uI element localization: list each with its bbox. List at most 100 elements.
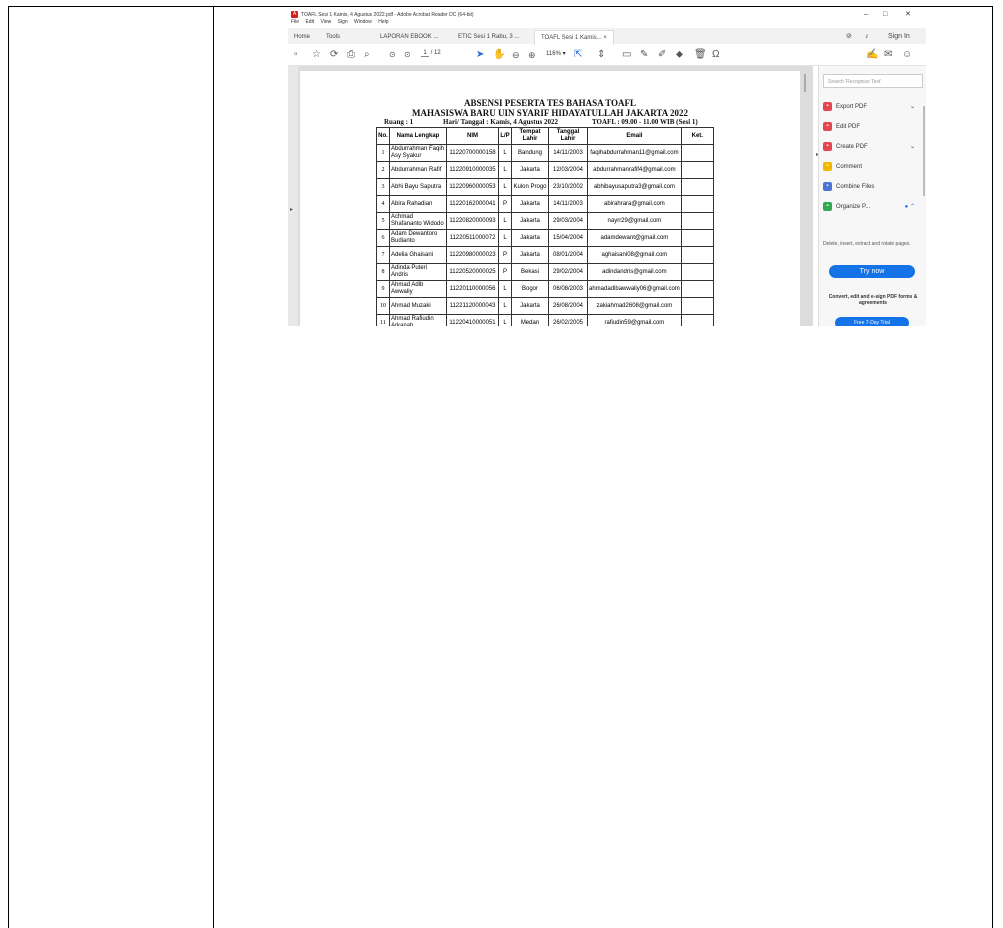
bell-icon[interactable]: ♪ <box>865 30 869 44</box>
viewer-scrollbar[interactable] <box>804 74 806 92</box>
chevron-down-icon[interactable]: ⌄ <box>910 101 915 113</box>
student-nim: 11221120000043 <box>446 297 499 315</box>
col-name: Nama Lengkap <box>389 127 447 145</box>
table-row: 11 Ahmad Rafiudin Arkanah 11220410000051 L M… <box>376 314 714 326</box>
menu-edit[interactable]: Edit <box>305 19 314 25</box>
col-email: Email <box>587 127 682 145</box>
row-number: 6 <box>376 229 390 247</box>
select-arrow-icon[interactable]: ➤ <box>476 48 484 62</box>
student-nim: 11220700000158 <box>446 144 499 162</box>
menu-sign[interactable]: Sign <box>338 19 348 25</box>
menu-help[interactable]: Help <box>378 19 388 25</box>
comment-icon: ▪ <box>823 161 832 171</box>
create-pdf-icon: ▪ <box>823 141 832 151</box>
document-viewer[interactable]: ▸ ABSENSI PESERTA TES BAHASA TOAFL MAHAS… <box>288 66 813 326</box>
bookmark-star-icon[interactable]: ☆ <box>312 48 321 62</box>
pdf-page: ABSENSI PESERTA TES BAHASA TOAFL MAHASIS… <box>300 71 800 326</box>
page-up-icon[interactable]: ⊙ <box>389 48 396 62</box>
birth-place: Medan <box>511 314 549 326</box>
search-icon[interactable]: ⌕ <box>364 48 370 62</box>
tab-doc-toafl[interactable]: TOAFL Sesi 1 Kamis... × <box>534 30 614 45</box>
page-fit-icon[interactable]: ⇱ <box>574 48 582 62</box>
student-email: aghaisani08@gmail.com <box>587 246 682 264</box>
panel-scrollbar[interactable] <box>923 106 925 196</box>
save-icon[interactable]: ▫ <box>294 48 298 62</box>
chevron-up-icon[interactable]: ● ⌃ <box>905 201 915 213</box>
zoom-in-icon[interactable]: ⊕ <box>528 48 536 62</box>
scroll-mode-icon[interactable]: ⇕ <box>597 48 605 62</box>
close-window-button[interactable]: ✕ <box>905 8 911 22</box>
highlight-pen-icon[interactable]: ✎ <box>640 48 648 62</box>
frame-top-border <box>8 6 993 7</box>
tab-doc-etic[interactable]: ETIC Sesi 1 Rabu, 3 ... <box>458 30 519 44</box>
account-icon[interactable]: ☺ <box>902 48 912 62</box>
hand-tool-icon[interactable]: ✋ <box>493 48 505 62</box>
expand-left-icon[interactable]: ▸ <box>290 206 293 213</box>
zoom-out-icon[interactable]: ⊖ <box>512 48 520 62</box>
comment-tool-icon[interactable]: ▭ <box>622 48 631 62</box>
tool-label: Combine Files <box>836 184 875 190</box>
tab-tools[interactable]: Tools <box>326 30 340 44</box>
col-no: No. <box>376 127 390 145</box>
student-nim: 11220980000023 <box>446 246 499 264</box>
page-down-icon[interactable]: ⊙ <box>404 48 411 62</box>
tab-home[interactable]: Home <box>294 30 310 44</box>
remarks <box>680 297 714 315</box>
draw-icon[interactable]: ✐ <box>658 48 666 62</box>
student-gender: P <box>498 246 512 264</box>
student-gender: L <box>498 229 512 247</box>
birth-date: 26/08/2004 <box>548 297 588 315</box>
student-name: Adinda Puteri Andris <box>389 263 447 281</box>
tool-item[interactable]: ▪ Comment <box>823 161 923 173</box>
zoom-select[interactable]: 116% ▾ <box>546 50 566 57</box>
birth-date: 06/08/2003 <box>548 280 588 298</box>
remarks <box>680 195 714 213</box>
tools-search-input[interactable]: Search 'Recognize Text' <box>823 74 923 88</box>
stamp-icon[interactable]: ⬥ <box>676 48 683 62</box>
page-indicator[interactable]: 1 / 12 <box>421 50 441 57</box>
more-tools-icon[interactable]: Ω <box>712 48 719 62</box>
menu-window[interactable]: Window <box>354 19 372 25</box>
free-trial-button[interactable]: Free 7-Day Trial <box>835 317 909 326</box>
share-icon[interactable]: ⟳ <box>330 48 338 62</box>
birth-date: 26/02/2005 <box>548 314 588 326</box>
fill-sign-icon[interactable]: ✍ <box>866 48 878 62</box>
remarks <box>680 280 714 298</box>
tool-item[interactable]: ▪ Edit PDF <box>823 121 923 133</box>
student-name: Achmad Shafananto Widodo <box>389 212 447 230</box>
remarks <box>680 161 714 179</box>
chevron-down-icon[interactable]: ⌄ <box>910 141 915 153</box>
page-number-input[interactable]: 1 <box>421 50 429 57</box>
tool-item[interactable]: ▪ Combine Files <box>823 181 923 193</box>
menu-view[interactable]: View <box>320 19 331 25</box>
student-email: ahmadadibawwaliy06@gmail.com <box>587 280 682 298</box>
tool-item[interactable]: ▪ Create PDF ⌄ <box>823 141 923 153</box>
student-gender: P <box>498 195 512 213</box>
frame-left-border <box>8 6 9 928</box>
tool-item[interactable]: ▪ Organize P... ● ⌃ <box>823 201 923 213</box>
table-body: 1 Abdurrahman Faqih Asy Syakur 11220700000… <box>376 144 714 326</box>
try-now-button[interactable]: Try now <box>829 265 915 278</box>
table-row: 9 Ahmad Adib Awwaliy 11220110000056 L Bogor 0… <box>376 280 714 298</box>
student-name: Adam Dewantoro Budianto <box>389 229 447 247</box>
date-label: Hari/ Tanggal : Kamis, 4 Agustus 2022 <box>443 118 558 126</box>
birth-place: Kulon Progo <box>511 178 549 196</box>
organize-pages-icon: ▪ <box>823 201 832 211</box>
tab-bar: Home Tools LAPORAN EBOOK ... ETIC Sesi 1… <box>288 28 926 45</box>
menu-file[interactable]: File <box>291 19 299 25</box>
minimize-button[interactable]: – <box>864 8 868 22</box>
maximize-button[interactable]: □ <box>883 8 887 22</box>
delete-icon[interactable]: 🗑 <box>694 48 707 62</box>
help-icon[interactable]: ⊘ <box>846 30 852 44</box>
print-icon[interactable]: ⎙ <box>347 48 355 62</box>
left-panel-toggle[interactable]: ▸ <box>288 66 298 326</box>
attendance-table: No. Nama Lengkap NIM L/P Tempat Lahir Ta… <box>376 127 714 326</box>
student-email: rafiudin59@gmail.com <box>587 314 682 326</box>
tool-item[interactable]: ▪ Export PDF ⌄ <box>823 101 923 113</box>
mail-icon[interactable]: ✉ <box>884 48 892 62</box>
student-gender: L <box>498 212 512 230</box>
tab-doc-laporan[interactable]: LAPORAN EBOOK ... <box>380 30 438 44</box>
sign-in-button[interactable]: Sign In <box>888 30 910 44</box>
student-email: faqihabdurrahman11@gmail.com <box>587 144 682 162</box>
birth-date: 12/03/2004 <box>548 161 588 179</box>
